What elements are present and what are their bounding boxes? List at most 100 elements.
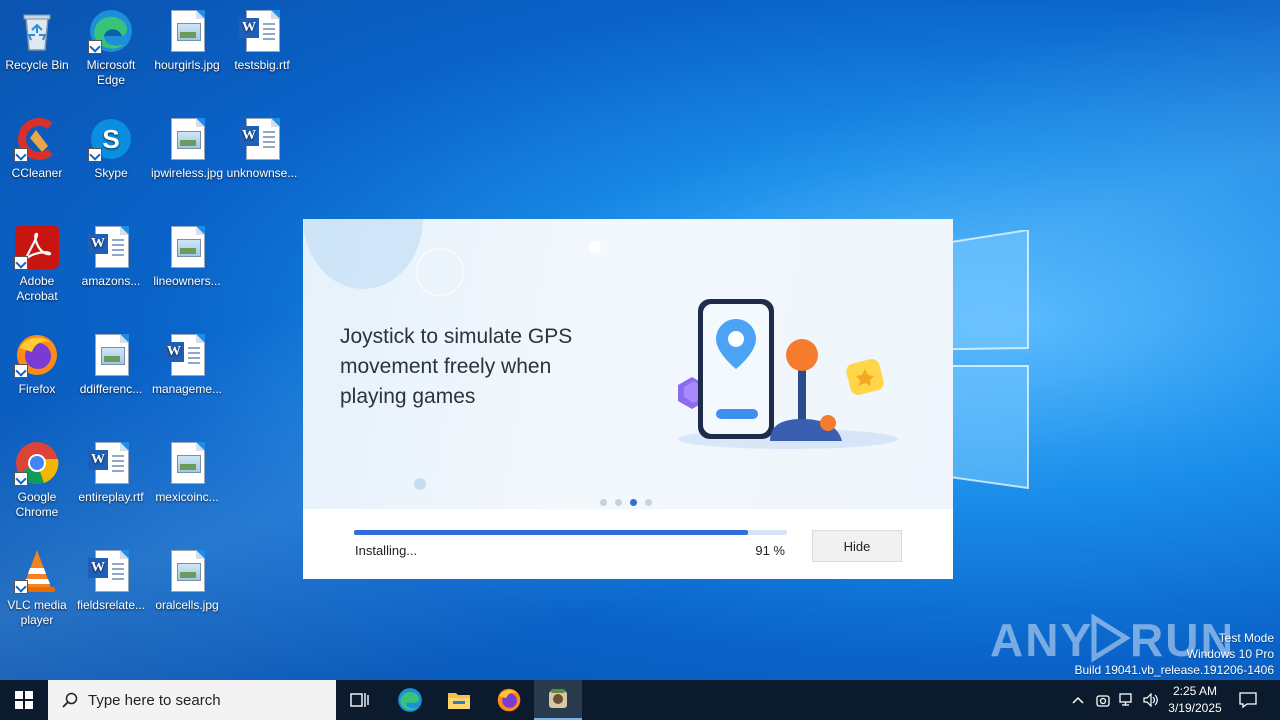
- desktop-icon-label: Recycle Bin: [5, 58, 69, 72]
- shortcut-arrow-icon: [88, 148, 102, 162]
- install-percent-text: 91 %: [755, 543, 785, 558]
- desktop-icon-label: ddifferenc...: [79, 382, 143, 396]
- desktop-icon-label: VLC media player: [7, 598, 67, 627]
- pager-dot[interactable]: [615, 499, 622, 506]
- desktop-icon-testsbig[interactable]: W testsbig.rtf: [225, 8, 299, 73]
- recycle-bin-icon: [23, 14, 51, 51]
- desktop-icon-microsoft-edge[interactable]: Microsoft Edge: [74, 8, 148, 88]
- clock-date: 3/19/2025: [1168, 701, 1222, 715]
- hide-button[interactable]: Hide: [812, 530, 902, 562]
- desktop-icon-unknownse[interactable]: W unknownse...: [225, 116, 299, 181]
- decorative-ring: [416, 248, 464, 296]
- desktop-icon-label: Firefox: [18, 382, 56, 396]
- tray-overflow-button[interactable]: [1068, 680, 1088, 720]
- windows-start-icon: [15, 691, 33, 709]
- pager-dot-active[interactable]: [630, 499, 637, 506]
- image-file-icon: [95, 334, 129, 376]
- clock-time: 2:25 AM: [1172, 684, 1218, 698]
- search-placeholder: Type here to search: [88, 691, 221, 709]
- file-explorer-icon: [448, 693, 470, 709]
- desktop-icon-label: amazons...: [81, 274, 141, 288]
- windows-build-text: Build 19041.vb_release.191206-1406: [1074, 663, 1275, 677]
- installer-app-icon: [549, 689, 567, 708]
- desktop-icon-ddifferenc[interactable]: ddifferenc...: [74, 332, 148, 397]
- image-file-icon: [171, 226, 205, 268]
- pager-dot[interactable]: [600, 499, 607, 506]
- taskbar: Type here to search 2:25 AM 3/19/2025: [0, 680, 1280, 720]
- desktop-icon-label: lineowners...: [153, 274, 221, 288]
- start-button[interactable]: [0, 680, 48, 720]
- shortcut-arrow-icon: [14, 580, 28, 594]
- word-badge-icon: W: [239, 18, 259, 38]
- windows-edition-text: Windows 10 Pro: [1186, 647, 1274, 661]
- word-badge-icon: W: [88, 234, 108, 254]
- desktop-icon-adobe-acrobat[interactable]: Adobe Acrobat: [0, 224, 74, 304]
- desktop-icon-label: Adobe Acrobat: [16, 274, 58, 303]
- desktop-icon-label: Skype: [94, 166, 128, 180]
- phone-joystick-illustration: [678, 299, 898, 449]
- carousel-pager: [600, 499, 652, 507]
- shortcut-arrow-icon: [88, 40, 102, 54]
- installer-window: Joystick to simulate GPS movement freely…: [303, 219, 953, 579]
- install-progress-bar: [354, 530, 787, 535]
- taskbar-search-box[interactable]: Type here to search: [48, 680, 336, 720]
- shortcut-arrow-icon: [14, 148, 28, 162]
- decorative-dot: [589, 241, 601, 253]
- taskbar-clock[interactable]: 2:25 AM 3/19/2025: [1160, 683, 1230, 717]
- desktop-icon-label: manageme...: [151, 382, 223, 396]
- notification-center-button[interactable]: [1232, 680, 1264, 720]
- shortcut-arrow-icon: [14, 364, 28, 378]
- desktop-icon-amazons[interactable]: W amazons...: [74, 224, 148, 289]
- volume-icon: [1143, 693, 1158, 707]
- desktop-icon-label: Microsoft Edge: [86, 58, 136, 87]
- taskbar-firefox[interactable]: [485, 680, 533, 720]
- search-icon: [62, 692, 78, 708]
- decorative-blob: [303, 219, 423, 289]
- desktop-icon-fieldsrelate[interactable]: W fieldsrelate...: [74, 548, 148, 613]
- feature-headline: Joystick to simulate GPS movement freely…: [340, 325, 573, 408]
- desktop-icon-label: entireplay.rtf: [78, 490, 144, 504]
- desktop-icon-hourgirls[interactable]: hourgirls.jpg: [150, 8, 224, 73]
- network-icon: [1119, 693, 1132, 706]
- pager-dot[interactable]: [645, 499, 652, 506]
- volume-tray-button[interactable]: [1140, 680, 1162, 720]
- desktop-icon-mexicoinc[interactable]: mexicoinc...: [150, 440, 224, 505]
- desktop-icon-manageme[interactable]: W manageme...: [150, 332, 224, 397]
- desktop-icon-label: hourgirls.jpg: [154, 58, 220, 72]
- desktop-icon-entireplay[interactable]: W entireplay.rtf: [74, 440, 148, 505]
- desktop-icon-label: fieldsrelate...: [76, 598, 146, 612]
- install-progress-fill: [354, 530, 749, 535]
- taskbar-file-explorer[interactable]: [435, 680, 483, 720]
- desktop-icon-vlc[interactable]: VLC media player: [0, 548, 74, 628]
- desktop-icon-google-chrome[interactable]: Google Chrome: [0, 440, 74, 520]
- task-view-button[interactable]: [336, 680, 384, 720]
- system-info: Test Mode Windows 10 Pro Build 19041.vb_…: [1075, 630, 1275, 678]
- taskbar-edge[interactable]: [386, 680, 434, 720]
- chevron-up-icon: [1072, 696, 1084, 704]
- desktop-icon-skype[interactable]: S Skype: [74, 116, 148, 181]
- image-file-icon: [171, 118, 205, 160]
- shortcut-arrow-icon: [14, 256, 28, 270]
- desktop-icon-label: CCleaner: [11, 166, 63, 180]
- desktop-icon-ccleaner[interactable]: CCleaner: [0, 116, 74, 181]
- desktop-icon-ipwireless[interactable]: ipwireless.jpg: [150, 116, 224, 181]
- edge-icon: [398, 688, 422, 712]
- desktop-icon-lineowners[interactable]: lineowners...: [150, 224, 224, 289]
- desktop-icon-label: Google Chrome: [15, 490, 59, 519]
- tray-app-icon[interactable]: [1092, 680, 1114, 720]
- decorative-dot: [414, 478, 426, 490]
- desktop-icon-label: oralcells.jpg: [155, 598, 219, 612]
- word-badge-icon: W: [88, 450, 108, 470]
- desktop-icon-oralcells[interactable]: oralcells.jpg: [150, 548, 224, 613]
- network-tray-button[interactable]: [1116, 680, 1138, 720]
- desktop-icon-firefox[interactable]: Firefox: [0, 332, 74, 397]
- desktop-icon-label: unknownse...: [226, 166, 298, 180]
- word-badge-icon: W: [164, 342, 184, 362]
- desktop-icon-label: mexicoinc...: [155, 490, 219, 504]
- taskbar-installer-app[interactable]: [534, 680, 582, 720]
- desktop-icon-recycle-bin[interactable]: Recycle Bin: [0, 8, 74, 73]
- image-file-icon: [171, 442, 205, 484]
- svg-text:S: S: [102, 124, 119, 154]
- notification-icon: [1239, 692, 1257, 708]
- install-status-text: Installing...: [355, 543, 418, 558]
